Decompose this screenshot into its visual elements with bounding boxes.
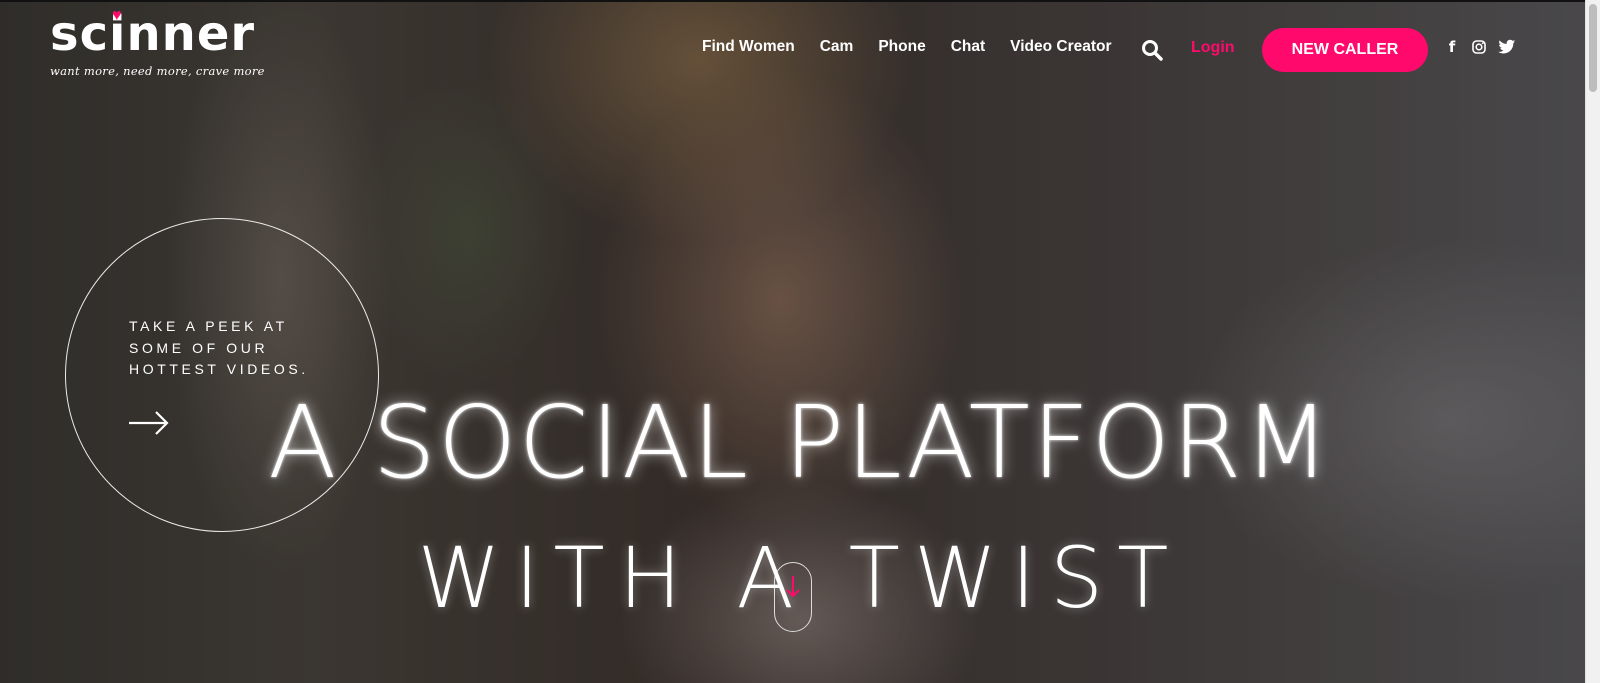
logo-tagline: want more, need more, crave more (50, 64, 265, 78)
logo-wordmark: scinner (50, 6, 256, 62)
peek-videos-text[interactable]: TAKE A PEEK AT SOME OF OUR HOTTEST VIDEO… (129, 316, 349, 381)
heart-icon: ♥ (112, 7, 122, 24)
scrollbar-thumb[interactable] (1589, 4, 1597, 92)
login-link[interactable]: Login (1191, 39, 1235, 57)
hero-headline-line-1: A SOCIAL PLATFORM (268, 384, 1332, 501)
search-icon[interactable] (1140, 38, 1164, 62)
nav-item-chat[interactable]: Chat (951, 38, 985, 56)
nav-item-phone[interactable]: Phone (878, 38, 925, 56)
arrow-down-icon (786, 576, 800, 598)
nav-item-video-creator[interactable]: Video Creator (1010, 38, 1111, 56)
main-nav: Find Women Cam Phone Chat Video Creator (702, 38, 1112, 56)
twitter-icon[interactable] (1498, 38, 1516, 56)
page: scinner ♥ want more, need more, crave mo… (0, 0, 1600, 683)
scroll-down-button[interactable] (774, 562, 812, 632)
site-logo[interactable]: scinner ♥ want more, need more, crave mo… (50, 6, 265, 79)
nav-item-cam[interactable]: Cam (820, 38, 854, 56)
nav-item-find-women[interactable]: Find Women (702, 38, 795, 56)
new-caller-button[interactable]: NEW CALLER (1262, 28, 1428, 72)
instagram-icon[interactable] (1471, 38, 1487, 56)
page-scrollbar[interactable] (1585, 0, 1600, 683)
facebook-icon[interactable]: f (1446, 38, 1458, 56)
top-border (0, 0, 1600, 2)
